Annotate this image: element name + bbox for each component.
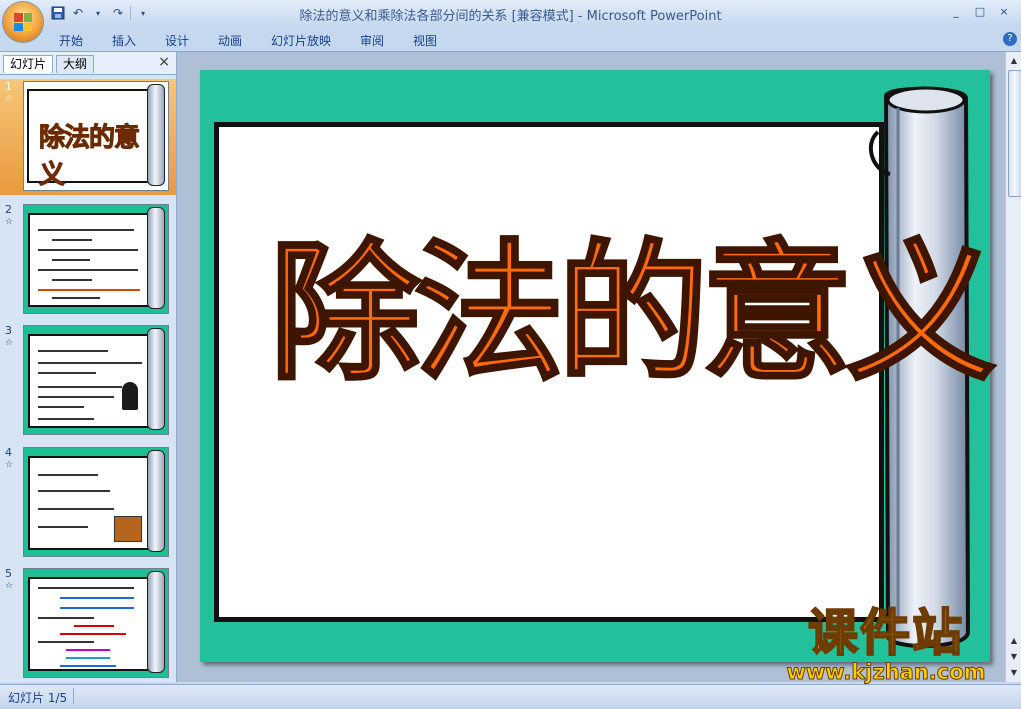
thumb-paper: [28, 456, 150, 550]
animation-star-icon: ☆: [5, 581, 14, 591]
thumbnail-image: [23, 447, 169, 557]
slide-thumbnail-1[interactable]: 1 ☆ 除法的意义: [0, 79, 176, 195]
slide-number: 4 ☆: [5, 446, 14, 471]
animation-star-icon: ☆: [5, 94, 14, 104]
slide-number: 5 ☆: [5, 567, 14, 592]
thumb-scroll-graphic: [147, 328, 165, 430]
thumb-paper: [28, 213, 150, 307]
thumb-scroll-graphic: [147, 571, 165, 673]
slide-number: 3 ☆: [5, 324, 14, 349]
scroll-down-icon[interactable]: ▼: [1007, 666, 1021, 680]
tab-slides[interactable]: 幻灯片: [3, 55, 54, 73]
tab-design[interactable]: 设计: [165, 32, 189, 49]
slide-title[interactable]: 除法的意义: [268, 237, 997, 390]
slide-thumbnail-2[interactable]: 2 ☆: [0, 202, 176, 318]
tab-view[interactable]: 视图: [413, 32, 437, 49]
slides-panel: 幻灯片 大纲 × 1 ☆ 除法的意义 2 ☆ 3 ☆ 4 ☆ 5 ☆: [0, 52, 177, 682]
thumb-paper: 除法的意义: [27, 89, 149, 190]
tab-slide-show[interactable]: 幻灯片放映: [271, 32, 331, 49]
books-graphic: [114, 516, 142, 542]
status-bar: 幻灯片 1/5: [0, 684, 1021, 709]
tab-animations[interactable]: 动画: [218, 32, 242, 49]
thumbnail-image: [23, 568, 169, 678]
tab-home[interactable]: 开始: [59, 32, 83, 49]
slide-indicator: 幻灯片 1/5: [8, 691, 68, 705]
thumbnail-image: [23, 325, 169, 435]
thumbnail-image: 除法的意义: [23, 81, 169, 191]
window-title: 除法的意义和乘除法各部分间的关系 [兼容模式] - Microsoft Powe…: [299, 9, 722, 24]
ribbon-tab-bar: 开始 插入 设计 动画 幻灯片放映 审阅 视图 ?: [0, 27, 1021, 52]
current-slide[interactable]: 除法的意义: [200, 70, 998, 662]
slide-number: 1 ☆: [5, 80, 14, 105]
tab-insert[interactable]: 插入: [112, 32, 136, 49]
slide-thumbnail-3[interactable]: 3 ☆: [0, 323, 176, 439]
animation-star-icon: ☆: [5, 338, 14, 348]
tab-outline[interactable]: 大纲: [56, 55, 95, 73]
slide-thumbnail-4[interactable]: 4 ☆: [0, 445, 176, 561]
next-slide-icon[interactable]: ▼: [1007, 650, 1021, 664]
slide-number: 2 ☆: [5, 203, 14, 228]
close-window-button[interactable]: ×: [993, 3, 1015, 19]
status-divider: [73, 688, 74, 704]
animation-star-icon: ☆: [5, 217, 14, 227]
restore-button[interactable]: □: [969, 3, 991, 19]
watermark-url: www.kjzhan.com: [786, 660, 986, 685]
title-bar: ↶ ▾ ↷ ▾ 除法的意义和乘除法各部分间的关系 [兼容模式] - Micros…: [0, 0, 1021, 27]
office-logo-icon: [14, 13, 32, 31]
tab-review[interactable]: 审阅: [360, 32, 384, 49]
watermark: 课件站 www.kjzhan.com: [770, 604, 1002, 685]
window-controls: _ □ ×: [945, 3, 1015, 19]
office-button[interactable]: [3, 2, 43, 42]
thumb-scroll-graphic: [147, 450, 165, 552]
scrollbar-thumb[interactable]: [1008, 70, 1021, 197]
minimize-button[interactable]: _: [945, 3, 967, 19]
panel-tab-bar: 幻灯片 大纲 ×: [0, 52, 176, 75]
thumb-scroll-graphic: [147, 207, 165, 309]
thumb-scroll-graphic: [147, 84, 165, 186]
scroll-up-icon[interactable]: ▲: [1007, 54, 1021, 68]
vertical-scrollbar[interactable]: ▲ ▲ ▼ ▼: [1005, 52, 1021, 682]
close-panel-icon[interactable]: ×: [158, 54, 170, 70]
teacher-graphic: [122, 382, 138, 410]
thumb-title: 除法的意义: [39, 123, 141, 191]
animation-star-icon: ☆: [5, 460, 14, 470]
watermark-brand: 课件站: [807, 604, 964, 662]
thumb-paper: [28, 334, 150, 428]
help-icon[interactable]: ?: [1003, 32, 1017, 46]
thumbnail-image: [23, 204, 169, 314]
previous-slide-icon[interactable]: ▲: [1007, 634, 1021, 648]
thumb-paper: [28, 577, 150, 671]
slide-thumbnail-5[interactable]: 5 ☆: [0, 566, 176, 682]
